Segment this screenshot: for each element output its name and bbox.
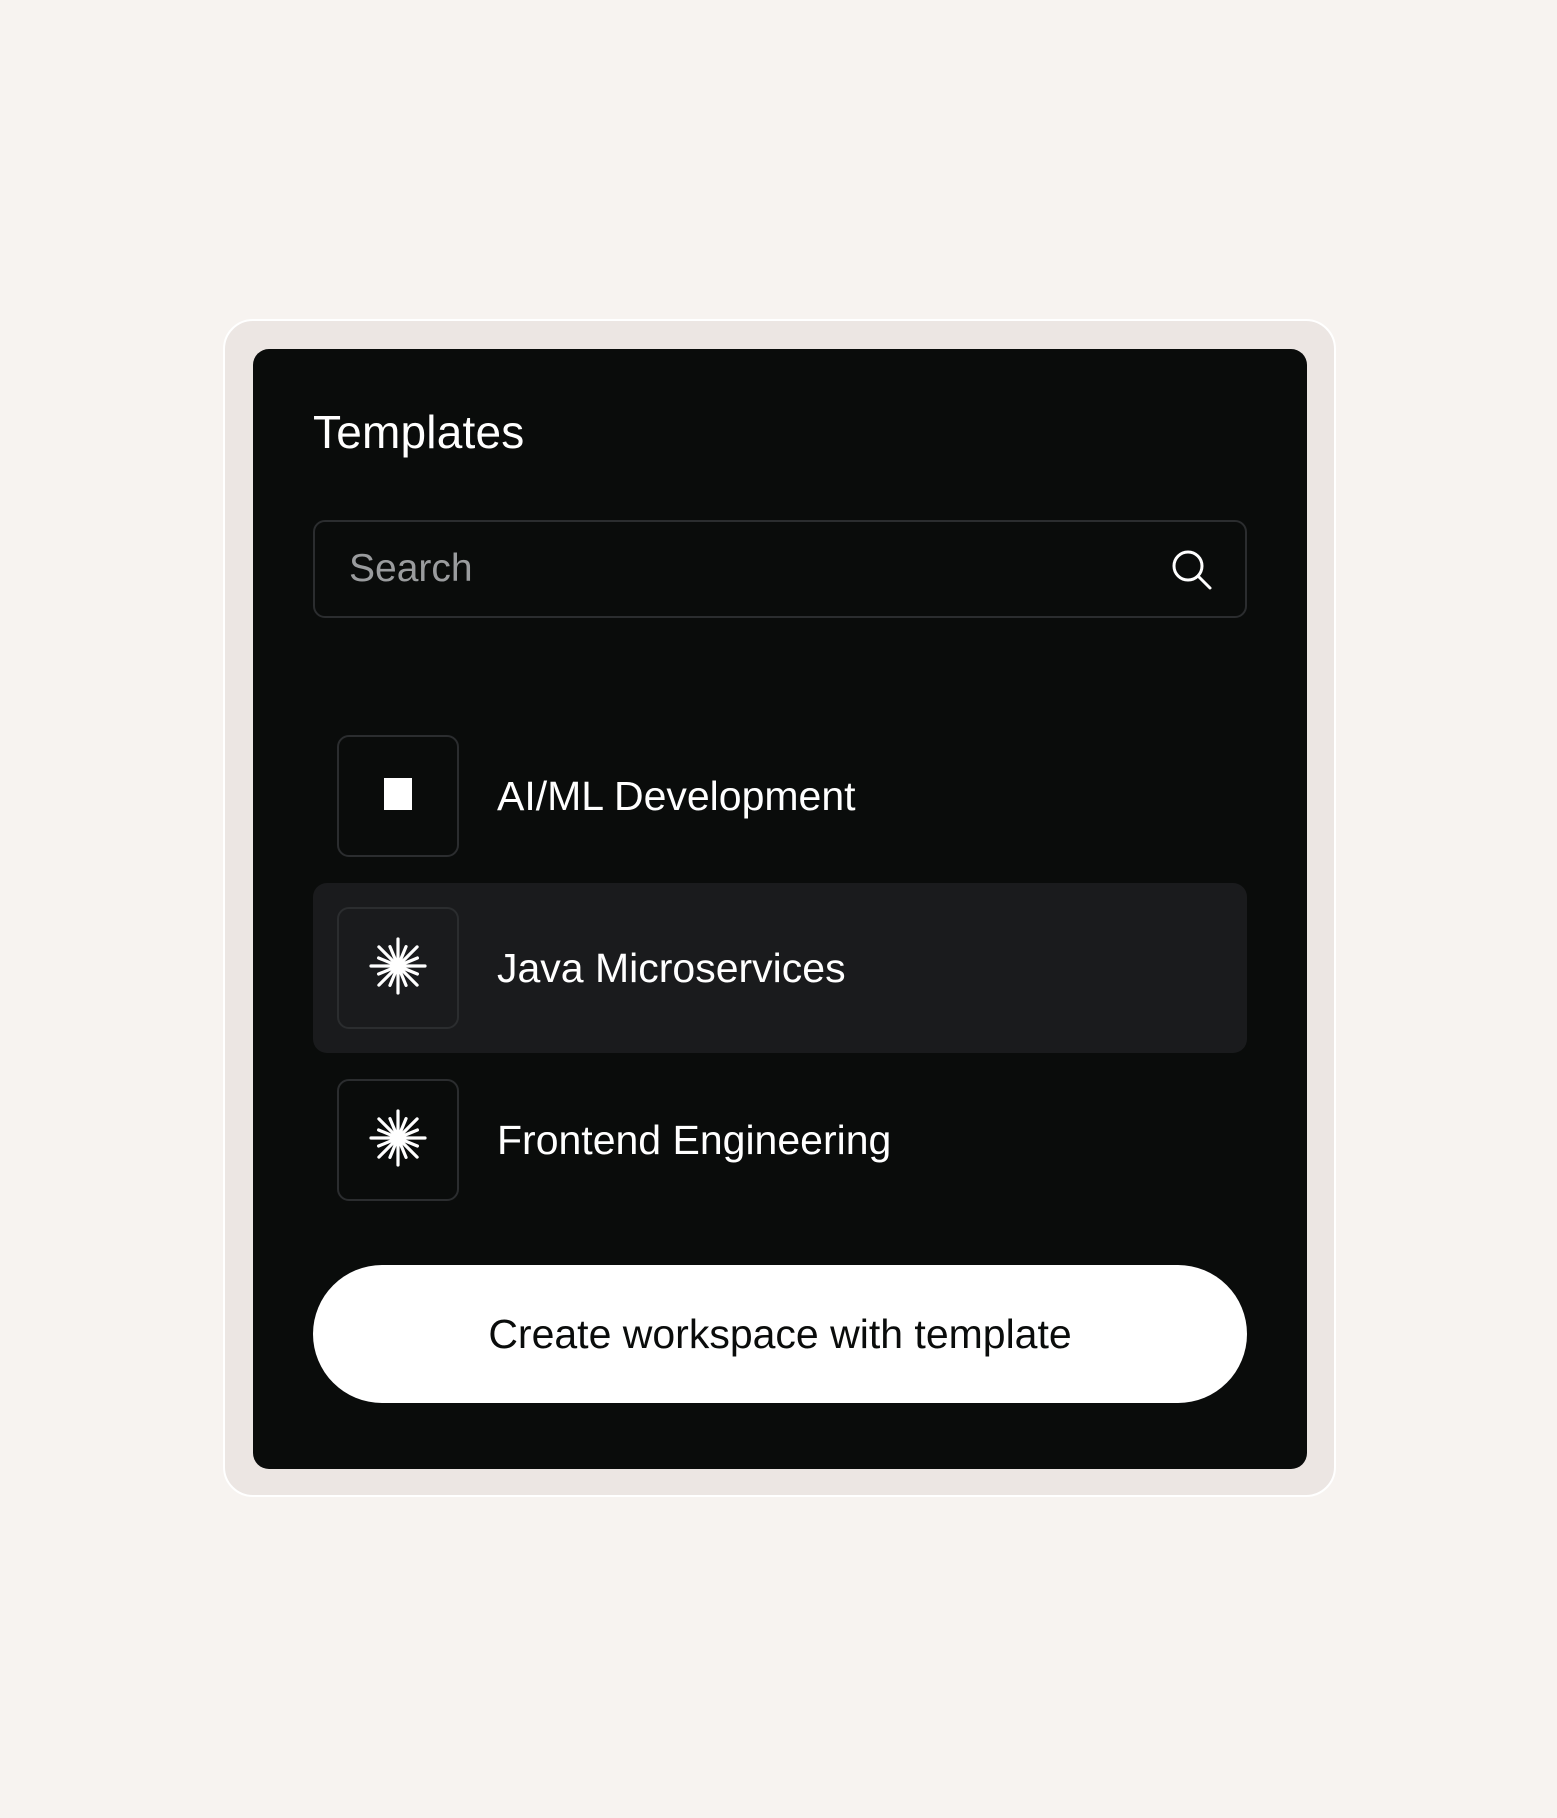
template-icon-box xyxy=(337,735,459,857)
template-item-label: AI/ML Development xyxy=(497,773,856,819)
template-item-ai-ml-development[interactable]: AI/ML Development xyxy=(313,711,1247,881)
square-icon xyxy=(384,777,412,815)
search-input[interactable] xyxy=(349,522,1149,616)
search-box[interactable] xyxy=(313,520,1247,618)
template-item-java-microservices[interactable]: Java Microservices xyxy=(313,883,1247,1053)
template-icon-box xyxy=(337,1079,459,1201)
create-workspace-button[interactable]: Create workspace with template xyxy=(313,1265,1247,1403)
asterisk-icon xyxy=(369,936,427,1000)
template-list: AI/ML Development Java Microservices Fro… xyxy=(313,711,1247,1225)
template-item-label: Frontend Engineering xyxy=(497,1117,892,1163)
template-item-label: Java Microservices xyxy=(497,945,846,991)
templates-panel: Templates AI/ML Development xyxy=(253,349,1307,1469)
asterisk-icon xyxy=(369,1108,427,1172)
template-icon-box xyxy=(337,907,459,1029)
panel-title: Templates xyxy=(313,406,525,458)
search-icon[interactable] xyxy=(1169,547,1215,593)
template-item-frontend-engineering[interactable]: Frontend Engineering xyxy=(313,1055,1247,1225)
